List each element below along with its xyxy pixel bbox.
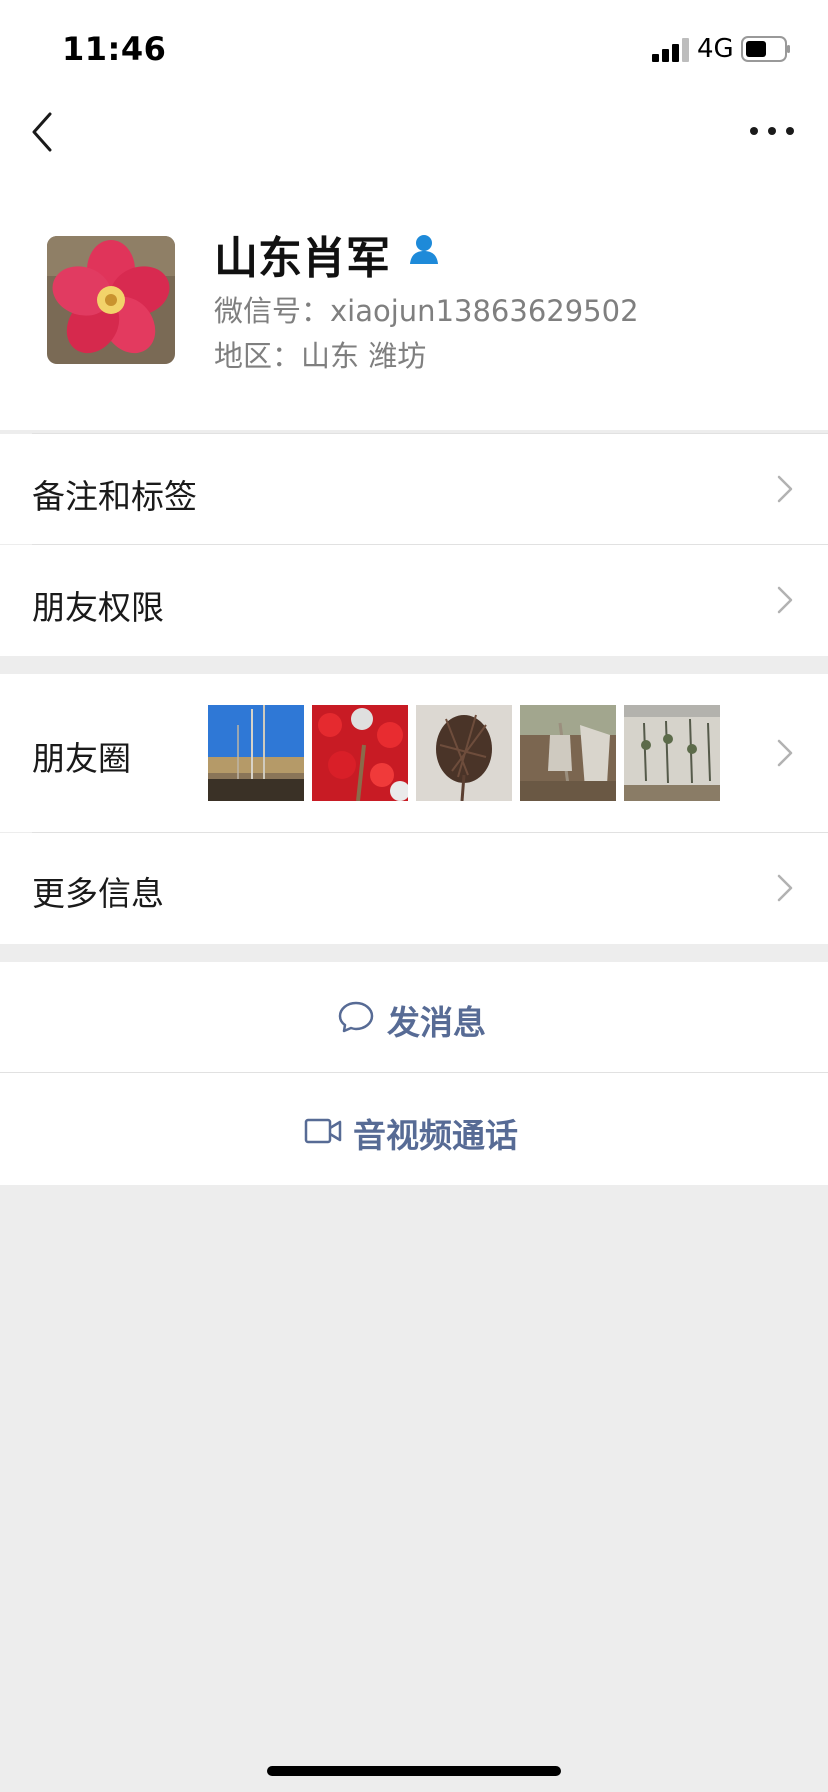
home-indicator[interactable] bbox=[267, 1766, 561, 1776]
moments-thumbnail[interactable] bbox=[312, 705, 408, 801]
moments-thumbnail[interactable] bbox=[624, 705, 720, 801]
chevron-right-icon bbox=[777, 586, 793, 614]
battery-icon bbox=[741, 36, 790, 62]
region-value: 山东 潍坊 bbox=[301, 339, 427, 373]
video-camera-icon bbox=[304, 1118, 342, 1144]
chevron-left-icon bbox=[32, 112, 52, 152]
moments-thumbnail[interactable] bbox=[520, 705, 616, 801]
wechat-id-row: 微信号：xiaojun13863629502 bbox=[214, 288, 639, 330]
more-button[interactable] bbox=[746, 116, 798, 146]
moments-thumbnail[interactable] bbox=[208, 705, 304, 801]
person-icon bbox=[410, 235, 438, 264]
friend-permissions-row[interactable]: 朋友权限 bbox=[0, 545, 828, 656]
send-message-button[interactable]: 发消息 bbox=[0, 962, 828, 1072]
remarks-label: 备注和标签 bbox=[32, 477, 197, 516]
signal-bars-icon bbox=[652, 38, 689, 62]
profile-name: 山东肖军 bbox=[214, 233, 390, 284]
remarks-and-tags-row[interactable]: 备注和标签 bbox=[0, 434, 828, 544]
chat-bubble-icon bbox=[338, 1001, 374, 1033]
region-row: 地区：山东 潍坊 bbox=[214, 333, 426, 375]
wechat-id-label: 微信号： bbox=[214, 294, 331, 328]
voice-video-call-button[interactable]: 音视频通话 bbox=[0, 1073, 828, 1185]
chevron-right-icon bbox=[777, 475, 793, 503]
moments-thumbnail[interactable] bbox=[416, 705, 512, 801]
network-type: 4G bbox=[697, 34, 734, 64]
chevron-right-icon bbox=[777, 739, 793, 767]
voice-video-call-label: 音视频通话 bbox=[353, 1116, 518, 1155]
moments-label: 朋友圈 bbox=[32, 739, 131, 778]
region-label: 地区： bbox=[214, 339, 302, 373]
back-button[interactable] bbox=[28, 108, 68, 156]
more-dots-icon bbox=[750, 127, 794, 135]
more-info-row[interactable]: 更多信息 bbox=[0, 833, 828, 944]
chevron-right-icon bbox=[777, 874, 793, 902]
status-bar: 11:46 4G bbox=[0, 0, 828, 100]
status-time: 11:46 bbox=[62, 30, 167, 68]
permissions-label: 朋友权限 bbox=[32, 588, 164, 627]
send-message-label: 发消息 bbox=[387, 1003, 486, 1042]
profile-card: 11:46 4G 山东肖军 微信号：xiaojun13863629502 地区：… bbox=[0, 0, 828, 430]
wechat-id: xiaojun13863629502 bbox=[330, 294, 639, 328]
more-info-label: 更多信息 bbox=[32, 874, 164, 913]
avatar[interactable] bbox=[47, 236, 175, 364]
